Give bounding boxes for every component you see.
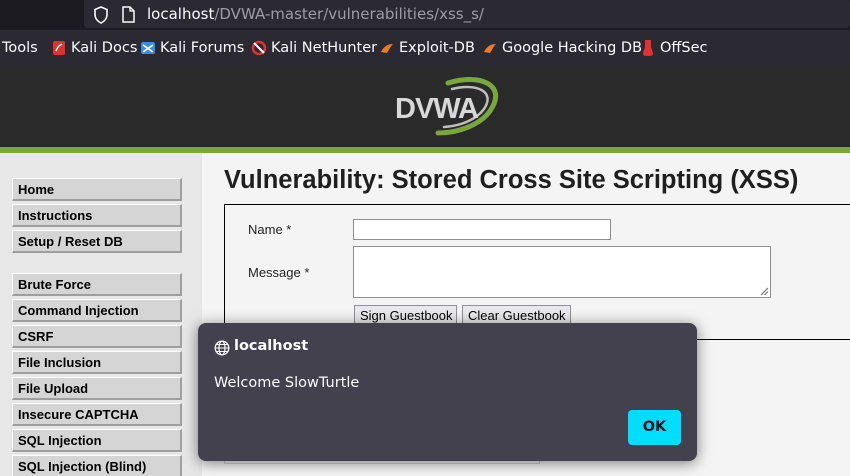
- dvwa-logo[interactable]: DVWA: [392, 75, 504, 137]
- kali-nethunter-icon: [251, 40, 267, 56]
- bookmark-google-hacking-db[interactable]: Google Hacking DB: [482, 38, 642, 58]
- resize-grip-icon[interactable]: [759, 286, 769, 296]
- browser-url-bar: localhost/DVWA-master/vulnerabilities/xs…: [0, 0, 850, 30]
- bookmark-label: Kali Docs: [71, 40, 138, 56]
- bookmark-offsec[interactable]: OffSec: [640, 38, 708, 58]
- sidebar-item-sql-injection[interactable]: SQL Injection: [12, 429, 182, 452]
- sign-guestbook-button[interactable]: Sign Guestbook: [354, 305, 457, 325]
- url-path: /DVWA-master/vulnerabilities/xss_s/: [214, 5, 484, 23]
- bookmark-kali-forums[interactable]: Kali Forums: [140, 38, 244, 58]
- logo-text: DVWA: [395, 93, 479, 125]
- ok-button[interactable]: OK: [628, 410, 681, 445]
- offsec-icon: [640, 40, 656, 56]
- bookmark-label: Exploit-DB: [399, 40, 475, 56]
- page-icon[interactable]: [121, 6, 135, 23]
- sidebar-item-sql-injection-blind[interactable]: SQL Injection (Blind): [12, 455, 182, 476]
- name-label: Name *: [248, 222, 292, 237]
- bookmarks-toolbar: Tools Kali Docs Kali Forums Kali NetHunt…: [0, 30, 850, 65]
- bookmark-label: Tools: [2, 40, 38, 56]
- bookmark-exploit-db[interactable]: Exploit-DB: [379, 38, 475, 58]
- sidebar-item-file-inclusion[interactable]: File Inclusion: [12, 351, 182, 374]
- clear-guestbook-button[interactable]: Clear Guestbook: [462, 305, 571, 325]
- bookmark-tools[interactable]: Tools: [2, 38, 38, 58]
- bookmark-label: Kali Forums: [160, 40, 245, 56]
- bookmark-label: Google Hacking DB: [502, 40, 643, 56]
- globe-icon: [214, 340, 230, 356]
- exploit-db-icon: [379, 40, 395, 56]
- sidebar-item-setup[interactable]: Setup / Reset DB: [12, 230, 182, 253]
- shield-icon[interactable]: [93, 6, 109, 24]
- sidebar-item-brute-force[interactable]: Brute Force: [12, 273, 182, 296]
- alert-dialog: localhost Welcome SlowTurtle OK: [198, 323, 697, 461]
- dvwa-header: DVWA: [0, 65, 850, 147]
- bookmark-kali-nethunter[interactable]: Kali NetHunter: [251, 38, 377, 58]
- sidebar-item-insecure-captcha[interactable]: Insecure CAPTCHA: [12, 403, 182, 426]
- message-textarea[interactable]: [353, 246, 771, 298]
- bookmark-label: Kali NetHunter: [271, 40, 378, 56]
- kali-forums-icon: [140, 40, 156, 56]
- kali-docs-icon: [51, 40, 67, 56]
- page-title: Vulnerability: Stored Cross Site Scripti…: [224, 166, 799, 194]
- sidebar-item-home[interactable]: Home: [12, 178, 182, 201]
- url-host: localhost: [147, 5, 215, 23]
- bookmark-kali-docs[interactable]: Kali Docs: [51, 38, 137, 58]
- message-label: Message *: [248, 265, 310, 280]
- sidebar: Home Instructions Setup / Reset DB Brute…: [0, 153, 202, 476]
- url-text[interactable]: localhost/DVWA-master/vulnerabilities/xs…: [147, 5, 484, 23]
- dialog-origin: localhost: [234, 338, 309, 354]
- name-input[interactable]: [353, 219, 611, 240]
- sidebar-item-csrf[interactable]: CSRF: [12, 325, 182, 348]
- dialog-message: Welcome SlowTurtle: [214, 375, 360, 391]
- sidebar-item-command-injection[interactable]: Command Injection: [12, 299, 182, 322]
- sidebar-item-instructions[interactable]: Instructions: [12, 204, 182, 227]
- google-hacking-db-icon: [482, 40, 498, 56]
- sidebar-item-file-upload[interactable]: File Upload: [12, 377, 182, 400]
- bookmark-label: OffSec: [660, 40, 708, 56]
